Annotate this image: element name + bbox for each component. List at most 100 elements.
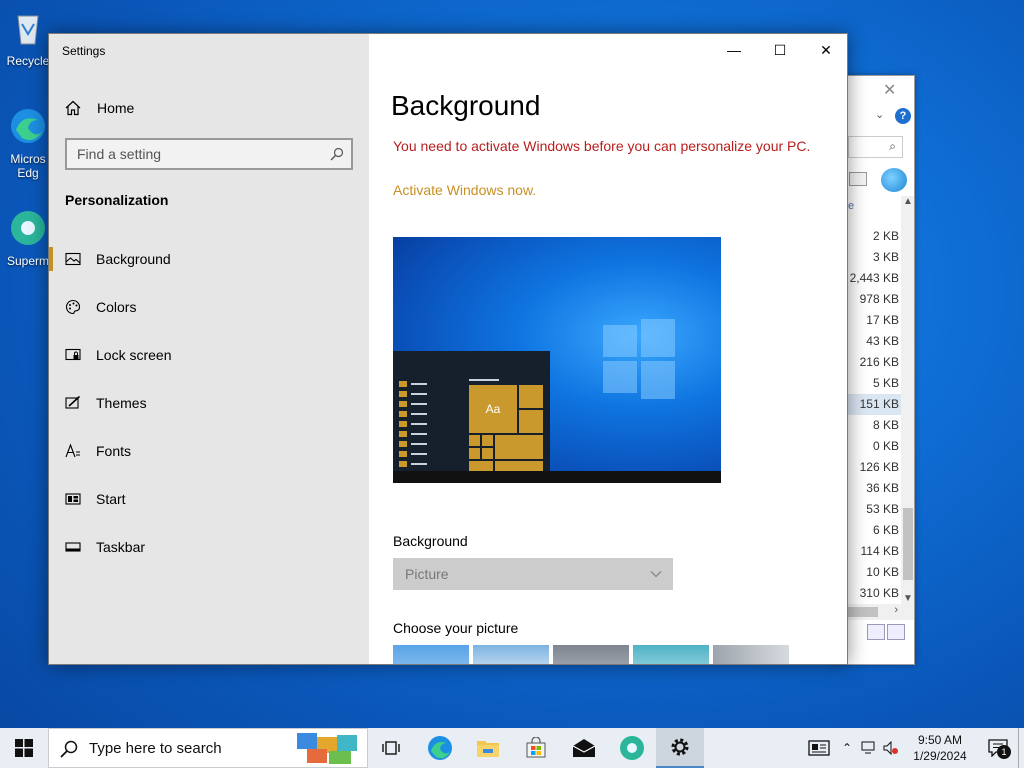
preview-tile: [482, 448, 493, 459]
picture-thumbnail[interactable]: [633, 645, 709, 664]
file-size[interactable]: 2,443 KB: [839, 268, 901, 289]
taskbar-edge-button[interactable]: [416, 728, 464, 768]
activate-windows-link[interactable]: Activate Windows now.: [393, 182, 536, 198]
column-header[interactable]: e: [848, 200, 854, 212]
taskbar-search-text: Type here to search: [89, 740, 222, 757]
themes-icon: [65, 395, 81, 409]
clock-time: 9:50 AM: [917, 733, 963, 747]
picture-thumbnail[interactable]: [713, 645, 789, 664]
chevron-down-icon: [650, 571, 662, 578]
file-size[interactable]: 5 KB: [839, 373, 901, 394]
find-setting-input[interactable]: [67, 140, 317, 168]
nav-item-taskbar[interactable]: Taskbar: [49, 523, 369, 571]
taskbar-search[interactable]: Type here to search: [48, 728, 368, 768]
nav-item-fonts[interactable]: Fonts: [49, 427, 369, 475]
chevron-down-icon[interactable]: ⌄: [875, 108, 884, 121]
preview-tile: [519, 385, 543, 408]
scroll-down-icon[interactable]: ▼: [901, 593, 914, 604]
preview-tile: [482, 435, 493, 446]
file-size[interactable]: 310 KB: [839, 583, 901, 604]
file-size[interactable]: 114 KB: [839, 541, 901, 562]
app-icon[interactable]: [881, 168, 907, 192]
file-size[interactable]: 53 KB: [839, 499, 901, 520]
edge-icon: [11, 109, 45, 143]
taskbar-mail-button[interactable]: [560, 728, 608, 768]
picture-icon: [65, 252, 81, 266]
close-icon[interactable]: ✕: [883, 80, 896, 100]
file-size[interactable]: 43 KB: [839, 331, 901, 352]
nav-item-background[interactable]: Background: [49, 235, 369, 283]
nav-item-colors[interactable]: Colors: [49, 283, 369, 331]
taskbar-store-button[interactable]: [512, 728, 560, 768]
picture-thumbnail[interactable]: [393, 645, 469, 664]
file-size[interactable]: 8 KB: [839, 415, 901, 436]
file-size[interactable]: 126 KB: [839, 457, 901, 478]
nav-item-label: Fonts: [96, 443, 132, 459]
scroll-right-icon[interactable]: ›: [894, 604, 898, 616]
preview-tile: [469, 448, 480, 459]
file-size[interactable]: 10 KB: [839, 562, 901, 583]
puzzle-icon: [297, 733, 357, 764]
nav-item-start[interactable]: Start: [49, 475, 369, 523]
nav-home[interactable]: Home: [65, 96, 134, 120]
start-icon: [65, 493, 81, 505]
minimize-button[interactable]: —: [711, 34, 757, 66]
picture-thumbnail[interactable]: [553, 645, 629, 664]
start-menu-preview: Aa: [393, 351, 550, 471]
background-type-dropdown[interactable]: Picture: [393, 558, 673, 590]
store-icon: [526, 737, 546, 758]
taskbar-settings-button[interactable]: [656, 728, 704, 768]
start-button[interactable]: [0, 728, 48, 768]
horizontal-scrollbar[interactable]: ›: [848, 604, 914, 620]
file-size-column: 2 KB 3 KB 2,443 KB 978 KB 17 KB 43 KB 21…: [839, 226, 901, 604]
nav-item-label: Taskbar: [96, 539, 146, 555]
home-icon: [65, 100, 81, 116]
details-view-icon[interactable]: [867, 624, 885, 640]
nav-item-lock-screen[interactable]: Lock screen: [49, 331, 369, 379]
windows-logo-icon: [603, 319, 677, 399]
file-size[interactable]: 17 KB: [839, 310, 901, 331]
large-icons-view-icon[interactable]: [887, 624, 905, 640]
find-setting-search[interactable]: [65, 138, 353, 170]
task-view-icon: [382, 741, 400, 755]
vertical-scrollbar[interactable]: ▲ ▼: [901, 196, 914, 604]
notification-center-button[interactable]: 1: [978, 728, 1018, 768]
task-view-button[interactable]: [368, 728, 416, 768]
clock[interactable]: 9:50 AM 1/29/2024: [902, 732, 978, 764]
windows-logo-icon: [15, 739, 33, 757]
picture-thumbnail[interactable]: [473, 645, 549, 664]
scroll-thumb[interactable]: [903, 508, 913, 580]
show-hidden-icons[interactable]: ⌃: [836, 728, 858, 768]
palette-icon: [65, 299, 81, 315]
file-size[interactable]: 3 KB: [839, 247, 901, 268]
file-size[interactable]: 2 KB: [839, 226, 901, 247]
tile-group-line: [469, 379, 499, 381]
explorer-search-input[interactable]: ⌕: [848, 136, 903, 158]
volume-muted-icon[interactable]: [880, 728, 902, 768]
file-size[interactable]: 216 KB: [839, 352, 901, 373]
preview-tile: [469, 435, 480, 446]
news-icon[interactable]: [802, 728, 836, 768]
nav-item-themes[interactable]: Themes: [49, 379, 369, 427]
file-size-selected[interactable]: 151 KB: [839, 394, 901, 415]
scroll-up-icon[interactable]: ▲: [901, 196, 914, 207]
scroll-thumb[interactable]: [848, 607, 878, 617]
edge-icon: [428, 736, 452, 760]
file-size[interactable]: 978 KB: [839, 289, 901, 310]
supermium-icon: [11, 211, 45, 245]
page-title: Background: [391, 90, 541, 121]
file-size[interactable]: 36 KB: [839, 478, 901, 499]
network-icon[interactable]: [858, 728, 880, 768]
show-desktop-button[interactable]: [1018, 728, 1024, 768]
file-size[interactable]: 6 KB: [839, 520, 901, 541]
maximize-button[interactable]: ☐: [757, 34, 803, 66]
search-icon[interactable]: [330, 147, 344, 161]
taskbar-file-explorer-button[interactable]: [464, 728, 512, 768]
file-size[interactable]: 0 KB: [839, 436, 901, 457]
activation-warning: You need to activate Windows before you …: [393, 138, 811, 154]
close-button[interactable]: ✕: [803, 34, 847, 66]
help-icon[interactable]: ?: [895, 108, 911, 124]
taskbar-supermium-button[interactable]: [608, 728, 656, 768]
preview-pane-icon[interactable]: [849, 172, 867, 186]
preview-tile: [495, 435, 543, 459]
